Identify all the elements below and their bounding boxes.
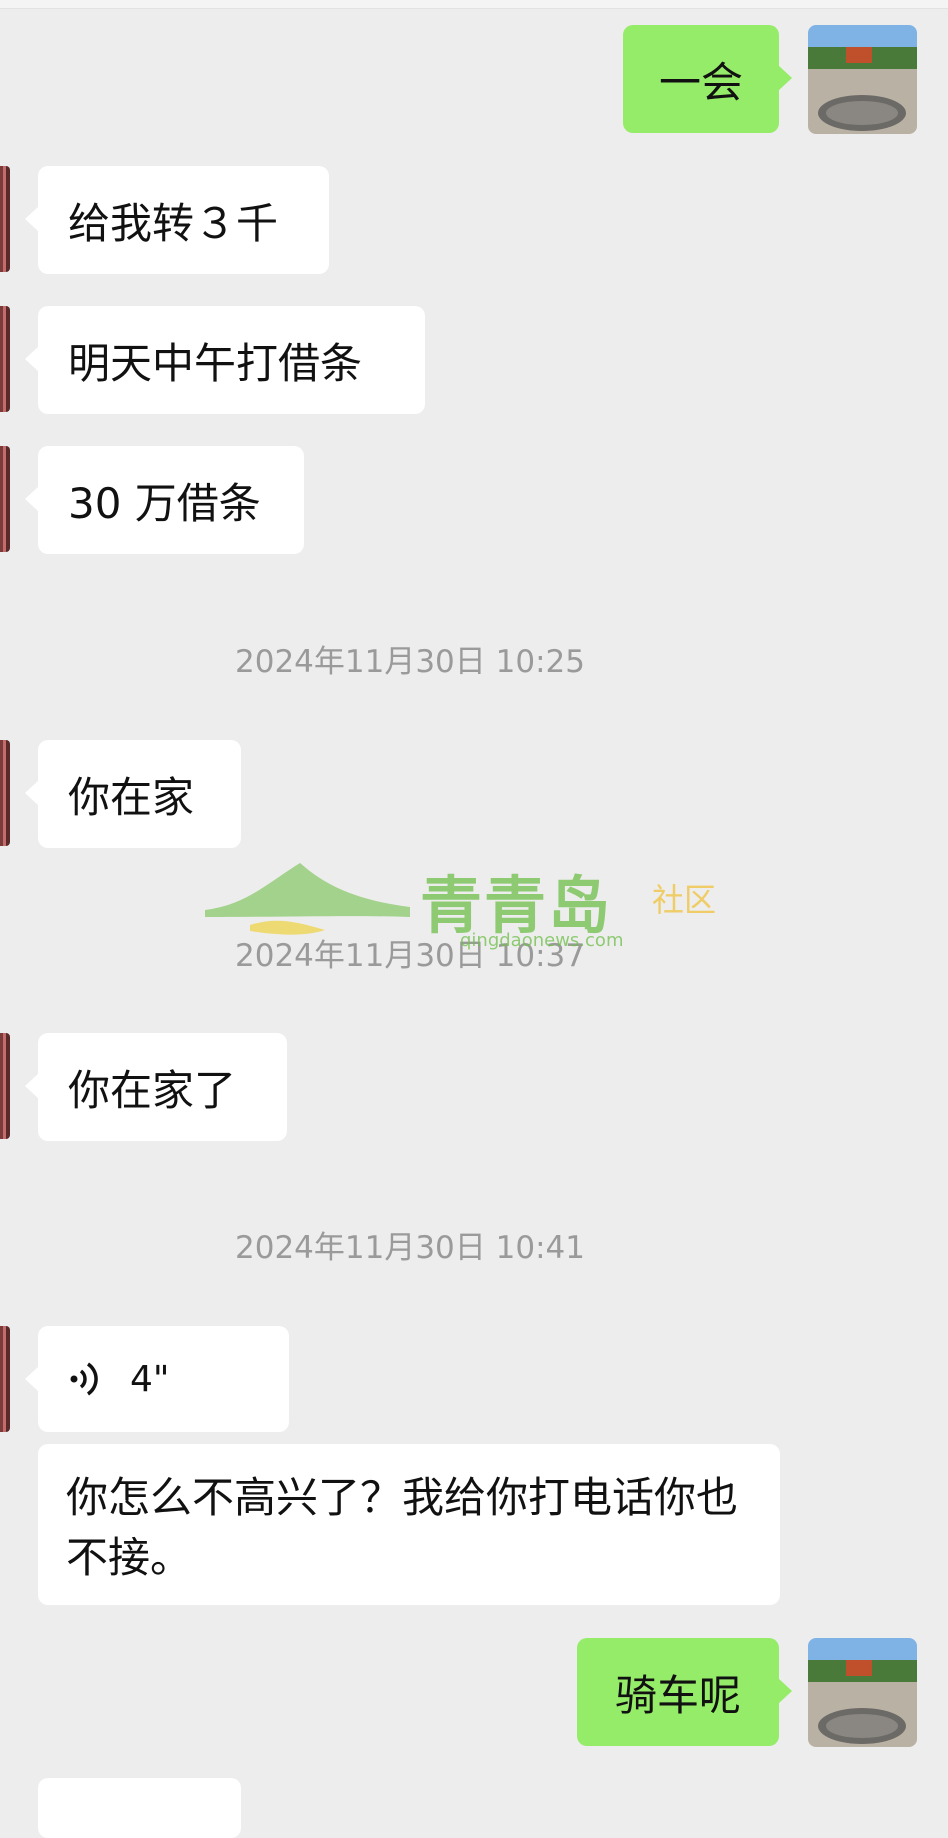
contact-avatar[interactable] <box>0 1326 10 1432</box>
watermark-url: qingdaonews.com <box>460 930 624 951</box>
contact-avatar[interactable] <box>0 1033 10 1139</box>
contact-avatar[interactable] <box>0 166 10 272</box>
message-text: 给我转３千 <box>68 198 279 248</box>
message-outgoing[interactable]: 骑车呢 <box>577 1638 792 1746</box>
watermark-logo: 青青岛 社区 qingdaonews.com <box>205 855 725 965</box>
watermark-tag: 社区 <box>652 881 717 919</box>
message-text: 30 万借条 <box>68 478 261 528</box>
message-incoming[interactable]: 给我转３千 <box>25 166 329 274</box>
voice-wave-icon <box>68 1360 102 1398</box>
message-incoming[interactable]: 明天中午打借条 <box>25 306 425 414</box>
contact-avatar[interactable] <box>0 306 10 412</box>
message-incoming-partial[interactable] <box>38 1778 241 1838</box>
voice-message[interactable]: 4" <box>25 1326 289 1432</box>
message-incoming[interactable]: 你在家 <box>25 740 241 848</box>
timestamp: 2024年11月30日 10:41 <box>235 1230 585 1266</box>
message-incoming[interactable]: 30 万借条 <box>25 446 304 554</box>
message-text: 明天中午打借条 <box>68 338 363 388</box>
message-text: 你怎么不高兴了？我给你打电话你也不接。 <box>66 1473 739 1582</box>
contact-avatar[interactable] <box>0 446 10 552</box>
contact-avatar[interactable] <box>0 740 10 846</box>
message-incoming[interactable]: 你怎么不高兴了？我给你打电话你也不接。 <box>38 1444 780 1605</box>
top-divider <box>0 0 948 9</box>
voice-duration: 4" <box>130 1358 170 1400</box>
message-text: 你在家 <box>68 772 195 822</box>
message-incoming[interactable]: 你在家了 <box>25 1033 287 1141</box>
timestamp: 2024年11月30日 10:25 <box>235 644 585 680</box>
message-text: 骑车呢 <box>614 1670 741 1720</box>
message-text: 一会 <box>658 57 743 107</box>
my-avatar[interactable] <box>808 1638 917 1747</box>
message-outgoing[interactable]: 一会 <box>623 25 792 133</box>
my-avatar[interactable] <box>808 25 917 134</box>
message-text: 你在家了 <box>68 1065 237 1115</box>
